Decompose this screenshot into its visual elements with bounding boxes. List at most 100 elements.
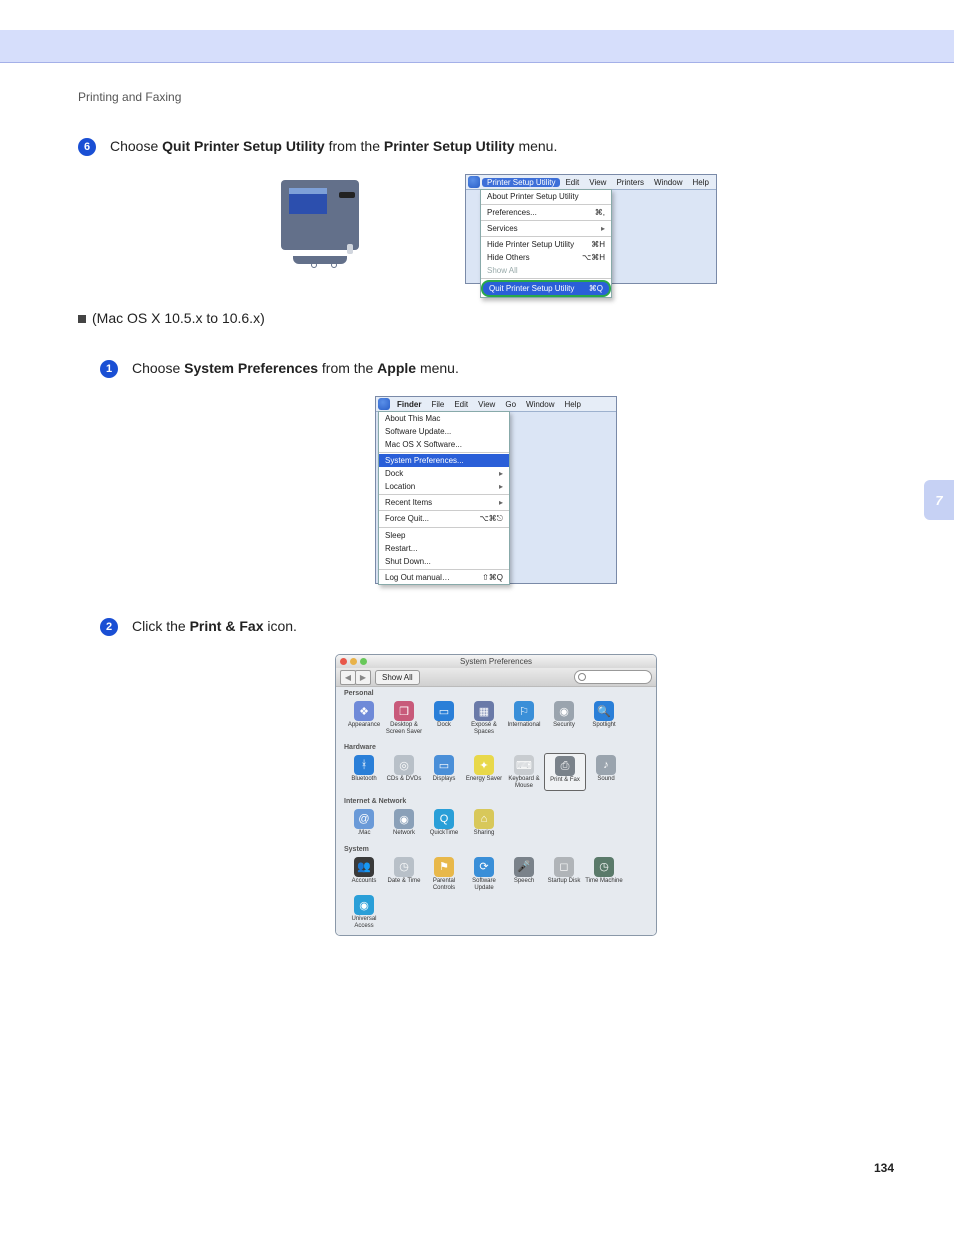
label: Quit Printer Setup Utility [489,284,574,293]
pref-accounts: 👥Accounts [344,855,384,893]
step-1-text: Choose System Preferences from the Apple… [132,360,459,376]
category-label: System [344,846,648,853]
pref-label: Exposé & Spaces [464,722,504,735]
bold: System Preferences [184,360,318,376]
dd-item: Restart... [379,542,509,555]
pref-icon: ⌂ [474,809,494,829]
bold: Quit Printer Setup Utility [162,138,325,154]
pref-icon: ◉ [554,701,574,721]
step-number: 6 [78,138,96,156]
menu-item: Edit [449,400,473,409]
submenu-arrow-icon: ▸ [601,224,605,233]
menu-item: View [473,400,500,409]
pref-print-fax: ⎙Print & Fax [544,753,586,791]
pref-label: Accounts [344,878,384,885]
pref-label: Network [384,830,424,837]
category-label: Hardware [344,744,648,751]
pref-label: QuickTime [424,830,464,837]
pref-label: .Mac [344,830,384,837]
page-number: 134 [874,1161,894,1175]
shortcut: ⌘Q [589,284,603,293]
pref-speech: 🎤Speech [504,855,544,893]
label: Hide Others [487,253,530,262]
dd-item: Services ▸ [481,222,611,235]
pref-label: International [504,722,544,729]
pref-label: Print & Fax [545,777,585,784]
text: Choose [132,360,184,376]
label: About Printer Setup Utility [487,192,579,201]
psu-dropdown: About Printer Setup Utility Preferences.… [480,189,612,298]
text: menu. [416,360,459,376]
printer-illustration [275,174,365,264]
pref-icon: 🎤 [514,857,534,877]
apple-icon [378,398,390,410]
pref-label: Date & Time [384,878,424,885]
pref-icon: ◷ [594,857,614,877]
pref-icon: ▭ [434,701,454,721]
label: Mac OS X Software... [385,440,462,449]
label: Location [385,482,415,491]
sysprefs-body: Personal❖Appearance❒Desktop & Screen Sav… [336,687,656,935]
dd-item: About Printer Setup Utility [481,190,611,203]
dd-item-quit: Quit Printer Setup Utility ⌘Q [481,280,611,297]
pref-label: CDs & DVDs [384,776,424,783]
label: Recent Items [385,498,432,507]
dd-item: Hide Printer Setup Utility⌘H [481,238,611,251]
label: Preferences... [487,208,537,217]
submenu-arrow-icon: ▸ [499,498,503,507]
pref-icon: ◉ [394,809,414,829]
sysprefs-titlebar: System Preferences [336,655,656,668]
pref--mac: @.Mac [344,807,384,839]
pref-startup-disk: ◻Startup Disk [544,855,584,893]
pref-icon: ⌨ [514,755,534,775]
pref-security: ◉Security [544,699,584,737]
label: Shut Down... [385,557,431,566]
dd-item: Mac OS X Software... [379,438,509,451]
pref-label: Security [544,722,584,729]
dd-item: Preferences...⌘, [481,206,611,219]
psu-menubar: Printer Setup Utility Edit View Printers… [466,175,716,190]
show-all-button: Show All [375,670,420,685]
category-label: Internet & Network [344,798,648,805]
pref-icon: ◻ [554,857,574,877]
header-bar [0,30,954,63]
apple-icon [468,176,480,188]
pref-icon: ⟳ [474,857,494,877]
window-controls [340,658,367,665]
dd-item: Recent Items ▸ [379,496,509,509]
pref-expos-spaces: ▦Exposé & Spaces [464,699,504,737]
dd-item-disabled: Show All [481,264,611,277]
label: Force Quit... [385,514,429,524]
pref-parental-controls: ⚑Parental Controls [424,855,464,893]
pref-icon: ◷ [394,857,414,877]
pref-displays: ▭Displays [424,753,464,791]
apple-dropdown: About This MacSoftware Update...Mac OS X… [378,411,510,585]
dd-item: Force Quit...⌥⌘⎋ [379,512,509,526]
pref-label: Sound [586,776,626,783]
section-title: Printing and Faxing [78,90,914,104]
sysprefs-title: System Preferences [460,657,532,666]
pref-icon: 🔍 [594,701,614,721]
pref-network: ◉Network [384,807,424,839]
pref-icon: ⎙ [555,756,575,776]
search-field [574,670,652,684]
pref-desktop-screen-saver: ❒Desktop & Screen Saver [384,699,424,737]
dd-item: System Preferences... [379,454,509,467]
bold: Printer Setup Utility [384,138,515,154]
dd-item: Software Update... [379,425,509,438]
pref-label: Software Update [464,878,504,891]
submenu-arrow-icon: ▸ [499,482,503,491]
shortcut: ⇧⌘Q [482,573,503,582]
bold: Print & Fax [190,618,264,634]
forward-button: ▶ [355,670,371,685]
step-1: 1 Choose System Preferences from the App… [100,360,914,378]
label: Sleep [385,531,405,540]
pref-appearance: ❖Appearance [344,699,384,737]
text: menu. [515,138,558,154]
bullet-icon [78,315,86,323]
label: Services [487,224,518,233]
os-version-bullet: (Mac OS X 10.5.x to 10.6.x) [78,310,914,326]
pref-icon: ❒ [394,701,414,721]
bold: Apple [377,360,416,376]
apple-menu-screenshot: Finder File Edit View Go Window Help Abo… [375,396,617,584]
